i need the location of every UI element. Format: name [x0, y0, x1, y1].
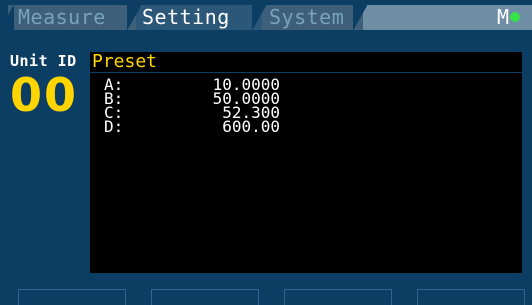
tab-divider: [252, 5, 266, 30]
tab-bar: System Setting Measure M: [0, 0, 532, 30]
tab-setting-label: Setting: [142, 5, 230, 29]
status-dot-icon: [510, 12, 520, 22]
softkey-button-1[interactable]: [18, 289, 126, 305]
tab-measure-label: Measure: [18, 5, 106, 29]
tab-divider: [0, 5, 14, 30]
softkey-button-2[interactable]: [151, 289, 259, 305]
tab-system[interactable]: System: [259, 5, 363, 30]
softkey-button-4[interactable]: [417, 289, 525, 305]
tab-divider: [353, 5, 367, 30]
tab-measure[interactable]: Measure: [8, 5, 136, 30]
status-indicator-label: M: [496, 5, 509, 29]
preset-row-key: D:: [104, 117, 124, 136]
softkey-button-3[interactable]: [284, 289, 392, 305]
preset-row-value: 600.00: [222, 117, 280, 136]
tab-divider: [127, 5, 141, 30]
preset-title: Preset: [92, 51, 158, 72]
tab-system-label: System: [269, 5, 345, 29]
status-indicator: M: [497, 5, 520, 30]
preset-header: Preset: [90, 52, 522, 72]
unit-id-value: 00: [10, 68, 79, 122]
tab-setting[interactable]: Setting: [134, 5, 262, 30]
preset-panel: A: 10.0000 B: 50.0000 C: 52.300 D: 600.0…: [90, 73, 522, 273]
